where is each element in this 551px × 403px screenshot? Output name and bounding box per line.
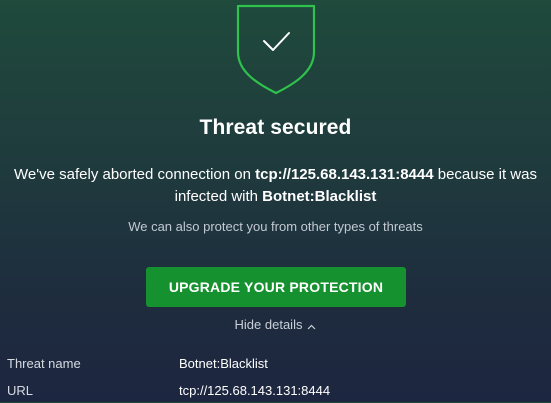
detail-label: URL [7, 383, 34, 398]
detail-label: Threat name [7, 356, 81, 371]
detail-row-threat-name: Threat name Botnet:Blacklist [0, 356, 551, 376]
protection-subtext: We can also protect you from other types… [128, 219, 423, 234]
hide-details-label: Hide details [234, 317, 303, 332]
detail-value: Botnet:Blacklist [179, 356, 268, 371]
detail-row-url: URL tcp://125.68.143.131:8444 [0, 383, 551, 403]
message-text: We've safely aborted connection on [14, 166, 256, 183]
upgrade-protection-button[interactable]: UPGRADE YOUR PROTECTION [146, 267, 406, 307]
message-threat-name: Botnet:Blacklist [262, 188, 377, 205]
page-title: Threat secured [199, 116, 352, 139]
detail-value: tcp://125.68.143.131:8444 [179, 383, 331, 398]
message-url: tcp://125.68.143.131:8444 [255, 166, 434, 183]
shield-check-icon [236, 0, 316, 96]
threat-message: We've safely aborted connection on tcp:/… [0, 164, 551, 208]
chevron-up-icon [307, 318, 316, 333]
hide-details-toggle[interactable]: Hide details [0, 317, 551, 333]
